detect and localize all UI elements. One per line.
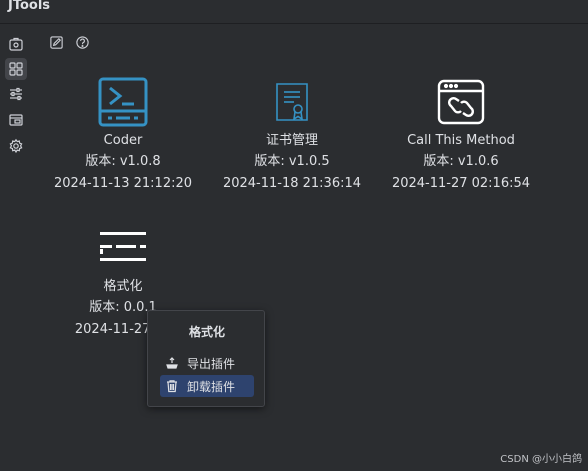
plugin-name: Call This Method (407, 133, 515, 148)
format-icon (100, 232, 146, 261)
sidebar-item-grid[interactable] (5, 58, 27, 80)
sidebar (0, 25, 32, 471)
menu-item-export-plugin[interactable]: 导出插件 (160, 352, 254, 374)
menu-item-label: 卸载插件 (187, 379, 236, 394)
export-icon (166, 357, 178, 369)
edit-icon (49, 35, 63, 49)
trash-icon (167, 380, 177, 393)
plugin-card-call-this-method[interactable]: Call This Method 版本: v1.0.6 2024-11-27 0… (371, 77, 551, 195)
plugin-version: 版本: v1.0.5 (254, 154, 330, 169)
edit-button[interactable] (48, 34, 64, 50)
plugin-name: 证书管理 (265, 133, 318, 148)
help-icon (75, 35, 89, 49)
plugin-card-coder[interactable]: Coder 版本: v1.0.8 2024-11-13 21:12:20 (33, 77, 213, 195)
plugin-panel: Coder 版本: v1.0.8 2024-11-13 21:12:20 证书管… (33, 25, 588, 471)
title-bar: JTools (0, 0, 588, 24)
app-window: JTools Coder 版本: v1.0.8 2024-11-13 21:12… (0, 0, 588, 471)
context-menu: 格式化 导出插件 卸载插件 (147, 310, 265, 407)
plugin-version: 版本: v1.0.6 (423, 154, 499, 169)
plugin-name: 格式化 (103, 279, 143, 294)
grid-icon (9, 62, 23, 76)
watermark: CSDN @小小白鸽 (500, 454, 582, 465)
plugin-date: 2024-11-27 02:16:54 (391, 176, 531, 191)
sidebar-item-window[interactable] (5, 109, 27, 131)
sliders-icon (10, 87, 22, 101)
sidebar-item-gear[interactable] (5, 135, 27, 157)
plugin-date: 2024-11-18 21:36:14 (222, 176, 362, 191)
puzzle-icon (9, 37, 23, 51)
plugin-version: 版本: v1.0.8 (85, 154, 161, 169)
window-icon (9, 114, 23, 126)
help-button[interactable] (74, 34, 90, 50)
window-title: JTools (8, 0, 51, 13)
terminal-icon (98, 77, 148, 127)
sidebar-item-settings-sliders[interactable] (5, 83, 27, 105)
plugin-card-certificate[interactable]: 证书管理 版本: v1.0.5 2024-11-18 21:36:14 (202, 77, 382, 195)
certificate-icon (276, 83, 308, 121)
plugin-name: Coder (103, 133, 143, 148)
browser-link-icon (437, 79, 485, 125)
menu-item-uninstall-plugin[interactable]: 卸载插件 (160, 375, 254, 397)
gear-icon (9, 138, 23, 154)
plugin-date: 2024-11-13 21:12:20 (53, 176, 193, 191)
menu-item-label: 导出插件 (187, 356, 236, 371)
context-menu-title: 格式化 (188, 325, 225, 339)
sidebar-item-plugins[interactable] (5, 33, 27, 55)
